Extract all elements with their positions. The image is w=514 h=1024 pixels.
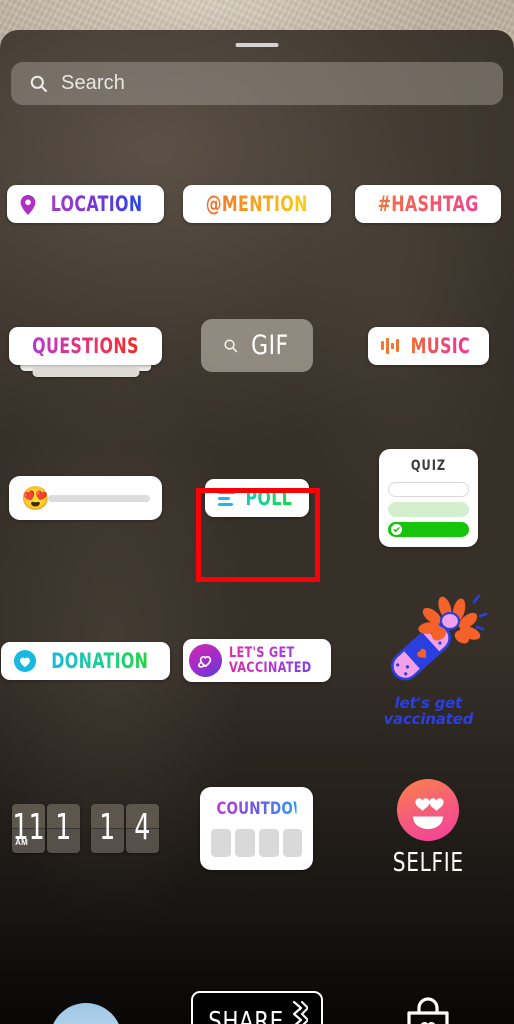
sticker-row-2: QUESTIONS GIF MUSIC <box>0 268 514 423</box>
sticker-music-label: MUSIC <box>410 333 470 358</box>
phone-screen: Search LOCATION @MENTION #HASHTAG QUESTI… <box>0 0 514 1024</box>
sticker-gif-label: GIF <box>251 330 289 361</box>
clock-minute-digit-1: 1 <box>91 803 125 853</box>
sticker-questions-label: QUESTIONS <box>32 333 139 358</box>
heart-eyes-emoji-icon: 😍 <box>21 484 50 511</box>
countdown-box-1 <box>211 828 232 857</box>
clock-minute-tens: 1 <box>99 807 116 848</box>
sticker-donation-label: DONATION <box>51 648 149 673</box>
sticker-cell-quiz: QUIZ <box>343 449 514 547</box>
sticker-countdown-label: COUNTDOWN <box>216 798 320 819</box>
sticker-cell-questions: QUESTIONS <box>0 326 171 377</box>
sheet-drag-handle[interactable] <box>235 43 279 47</box>
clock-hour-digit-2: 1 <box>47 803 81 853</box>
clock-minute-group: 1 4 <box>91 803 160 853</box>
sticker-tray-sheet: Search LOCATION @MENTION #HASHTAG QUESTI… <box>0 30 514 1024</box>
sticker-cell-selfie: SELFIE <box>343 778 514 878</box>
sticker-music[interactable]: MUSIC <box>368 326 489 365</box>
art-caption-line-2: vaccinated <box>383 709 474 728</box>
sticker-cell-share-black: SHARE BLACK <box>171 985 342 1024</box>
clock-hour-digit-1: AM 11 <box>12 803 46 853</box>
sticker-share-black[interactable]: SHARE BLACK <box>190 991 323 1024</box>
sticker-lets-get-vaccinated-art[interactable]: let's get vaccinated <box>369 594 488 728</box>
check-icon <box>390 524 402 535</box>
sticker-lets-get-vaccinated-badge[interactable]: LET'S GET VACCINATED <box>183 639 331 682</box>
sticker-cell-mention: @MENTION <box>171 185 342 223</box>
sticker-hashtag[interactable]: #HASHTAG <box>355 185 502 223</box>
questions-stack-layer-2 <box>32 367 140 377</box>
sticker-grid: LOCATION @MENTION #HASHTAG QUESTIONS GIF… <box>0 140 514 908</box>
sticker-selfie[interactable]: SELFIE <box>387 778 470 878</box>
sticker-vaccinated-art-caption: let's get vaccinated <box>369 695 487 728</box>
countdown-box-4 <box>282 828 303 857</box>
map-pin-icon <box>20 195 36 215</box>
share-black-line-1: SHARE <box>208 1007 285 1024</box>
sticker-cell-emoji-slider: 😍 <box>0 476 171 520</box>
sticker-row-1: LOCATION @MENTION #HASHTAG <box>0 140 514 268</box>
sticker-mention-label: @MENTION <box>205 192 308 216</box>
sticker-poll-label: POLL <box>245 486 292 510</box>
emoji-slider-track[interactable] <box>47 494 151 502</box>
sticker-cell-clock: AM 11 1 1 4 <box>0 803 171 853</box>
countdown-box-3 <box>258 828 279 857</box>
bandaid-flower-icon <box>391 594 488 680</box>
sticker-cell-countdown: COUNTDOWN <box>171 786 342 870</box>
sticker-cell-vaccinated-art: let's get vaccinated <box>343 594 514 728</box>
quiz-option-2 <box>387 502 469 517</box>
quiz-option-1 <box>387 482 469 497</box>
sticker-gif[interactable]: GIF <box>201 319 313 372</box>
sticker-cell-vaccinated-badge: LET'S GET VACCINATED <box>171 639 342 682</box>
sticker-hashtag-label: #HASHTAG <box>377 192 479 216</box>
sticker-quiz[interactable]: QUIZ <box>378 449 478 547</box>
sticker-cell-location: LOCATION <box>0 185 171 223</box>
sticker-cell-shopping <box>343 985 514 1024</box>
sticker-quiz-label: QUIZ <box>410 458 446 474</box>
sticker-vaccinated-label: LET'S GET VACCINATED <box>229 646 311 675</box>
search-icon <box>29 74 48 93</box>
sticker-cell-poll: POLL <box>171 479 342 517</box>
sticker-poll[interactable]: POLL <box>204 479 310 517</box>
sticker-cell-gif: GIF <box>171 319 342 372</box>
sticker-photo[interactable] <box>49 1003 122 1024</box>
sticker-row-5: AM 11 1 1 4 COUNTDOWN SELFIE <box>0 748 514 908</box>
sticker-row-6: SHARE BLACK <box>0 985 514 1024</box>
search-icon <box>223 338 238 353</box>
search-input[interactable]: Search <box>11 62 503 105</box>
zigzag-icon <box>290 1000 310 1024</box>
sticker-donation[interactable]: DONATION <box>0 641 171 680</box>
quiz-option-3-correct <box>387 522 469 537</box>
sticker-cell-donation: DONATION <box>0 641 171 680</box>
sticker-countdown[interactable]: COUNTDOWN <box>200 786 320 870</box>
search-placeholder: Search <box>61 72 125 94</box>
sticker-location-label: LOCATION <box>50 192 143 216</box>
equalizer-icon <box>381 337 399 354</box>
sticker-cell-music: MUSIC <box>343 326 514 365</box>
heart-ribbon-icon <box>189 644 223 677</box>
sticker-location[interactable]: LOCATION <box>7 185 165 223</box>
sticker-row-4: DONATION LET'S GET VACCINATED let's get … <box>0 573 514 748</box>
countdown-box-2 <box>235 828 255 857</box>
sticker-cell-hashtag: #HASHTAG <box>343 185 514 223</box>
vaccinated-line-2: VACCINATED <box>229 659 312 676</box>
sticker-questions-card: QUESTIONS <box>9 326 163 365</box>
sticker-questions[interactable]: QUESTIONS <box>9 326 163 377</box>
heart-circle-icon <box>13 649 36 672</box>
sticker-mention[interactable]: @MENTION <box>183 185 331 223</box>
clock-minute-digit-2: 4 <box>126 803 160 853</box>
poll-bars-icon <box>217 490 235 506</box>
sticker-row-3: 😍 POLL QUIZ <box>0 423 514 573</box>
clock-meridiem: AM <box>15 837 28 847</box>
sticker-shopping[interactable] <box>405 997 451 1024</box>
clock-hour-value-mirror: 1 <box>55 807 72 848</box>
heart-eyes-face-icon <box>397 778 460 841</box>
sticker-emoji-slider[interactable]: 😍 <box>9 476 163 520</box>
sticker-cell-photo <box>0 985 171 1024</box>
sticker-clock[interactable]: AM 11 1 1 4 <box>12 803 160 853</box>
countdown-digit-boxes <box>211 828 303 857</box>
sticker-selfie-label: SELFIE <box>392 847 464 878</box>
clock-minute-ones: 4 <box>134 807 151 848</box>
clock-hour-group: AM 11 1 <box>12 803 81 853</box>
